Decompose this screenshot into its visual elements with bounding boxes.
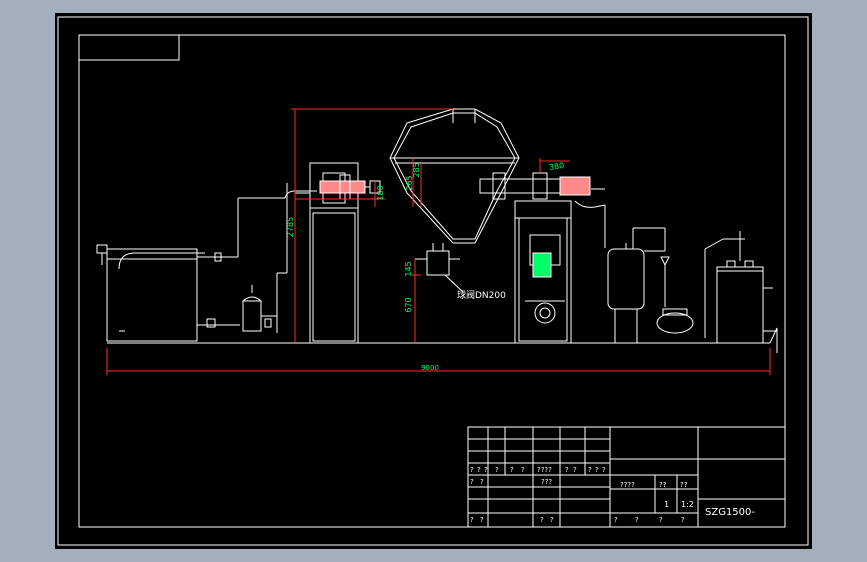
cad-viewport[interactable]: 9000 2785 180 265 285 380 145 670 球阀DN20… xyxy=(55,13,812,549)
tb-r5-7: ???? xyxy=(537,466,552,474)
tb-label-1: ???? xyxy=(620,481,635,489)
shaft-a-label: 180 xyxy=(376,185,385,200)
tb-r5-2: ? xyxy=(477,466,481,474)
vacuum-dryer-assembly xyxy=(96,108,778,353)
tb-value-quantity: 1 xyxy=(664,500,669,509)
outlet-b-label: 670 xyxy=(404,297,413,312)
tb-r5-9: ? xyxy=(573,466,577,474)
tb-r5-1: ? xyxy=(470,466,474,474)
tb-r5-4: ? xyxy=(495,466,499,474)
tb-value-scale: 1:2 xyxy=(681,500,694,509)
outer-border xyxy=(57,16,809,546)
top-offset-label: 380 xyxy=(548,161,564,172)
vacuum-piping xyxy=(591,188,778,353)
tb-r6-1: ? xyxy=(470,478,474,486)
tb-label-3: ?? xyxy=(680,481,688,489)
tb-r5-5: ? xyxy=(510,466,514,474)
tb-r5-12: ? xyxy=(602,466,606,474)
tb-r8-1: ? xyxy=(470,516,474,524)
overall-height-label: 2785 xyxy=(286,217,295,237)
left-shaft xyxy=(319,174,381,200)
heating-tank xyxy=(96,190,317,342)
tb-r8-4: ? xyxy=(550,516,554,524)
overall-length-label: 9000 xyxy=(421,364,439,372)
condensate-trap xyxy=(242,183,288,333)
tb-r5-3: ? xyxy=(484,466,488,474)
tb-r8-2: ? xyxy=(480,516,484,524)
cad-drawing: 9000 2785 180 265 285 380 145 670 球阀DN20… xyxy=(57,16,809,546)
octagonal-drum xyxy=(389,108,520,276)
tb-bottom-2: ? xyxy=(635,516,639,524)
tb-r8-3: ? xyxy=(540,516,544,524)
outlet-a-label: 145 xyxy=(404,261,413,276)
drawing-number: SZG1500- xyxy=(705,507,755,518)
dimension-lines xyxy=(106,108,771,375)
shaft-c-label: 285 xyxy=(412,162,421,177)
tb-r5-8: ? xyxy=(565,466,569,474)
tb-r5-11: ? xyxy=(595,466,599,474)
tb-bottom-1: ? xyxy=(614,516,618,524)
corner-label-box xyxy=(78,34,180,61)
right-drive xyxy=(479,172,606,344)
tb-bottom-4: ? xyxy=(681,516,685,524)
tb-bottom-3: ? xyxy=(659,516,663,524)
discharge-valve-label: 球阀DN200 xyxy=(457,289,506,301)
tb-label-2: ?? xyxy=(659,481,667,489)
tb-r5-6: ? xyxy=(521,466,525,474)
tb-r6-2: ? xyxy=(480,478,484,486)
tb-r5-10: ? xyxy=(588,466,592,474)
tb-r6-3: ??? xyxy=(541,478,552,486)
